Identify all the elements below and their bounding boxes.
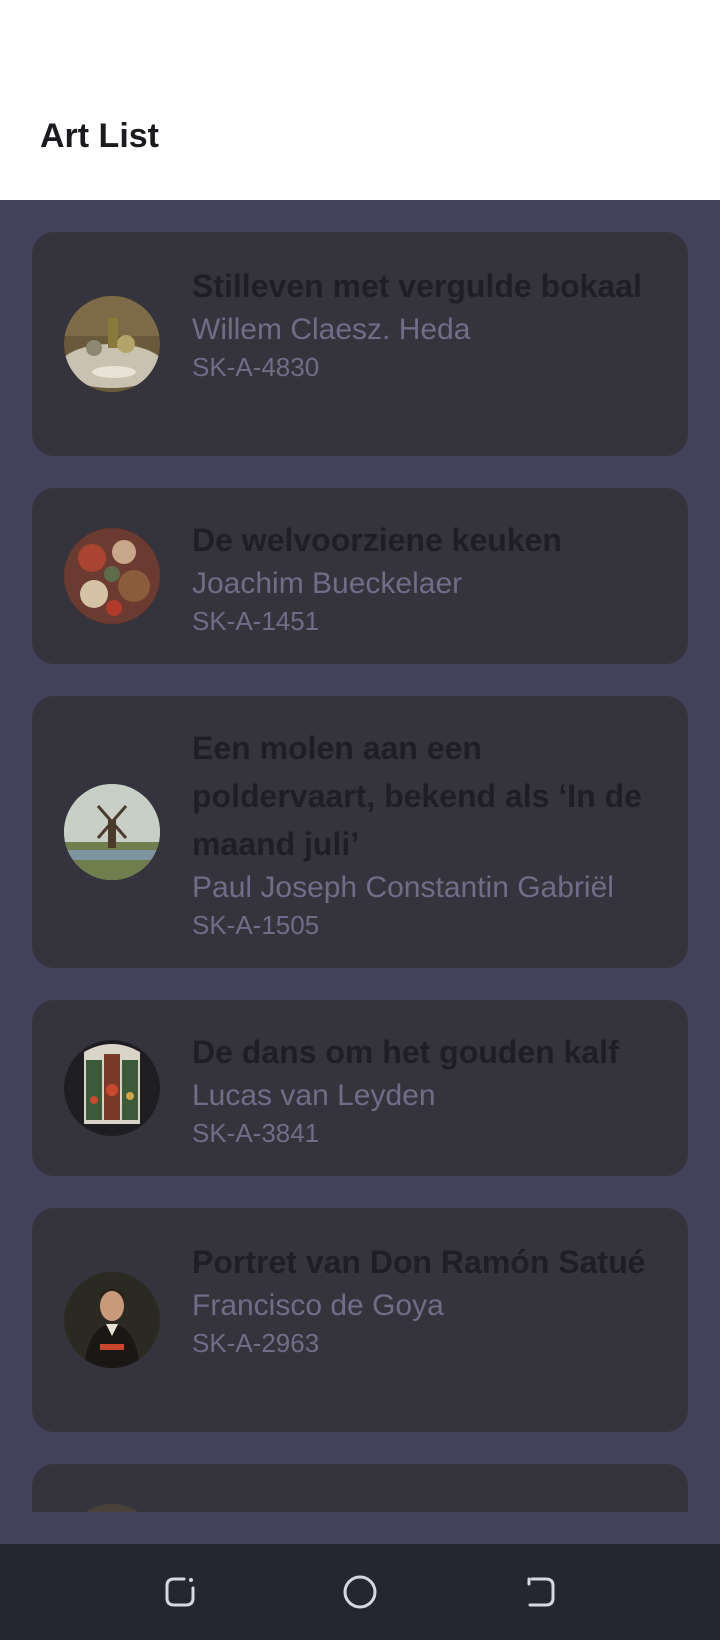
- artwork-id: SK-A-1451: [192, 606, 320, 636]
- artwork-title: Stilleven met vergulde bokaal: [192, 268, 642, 304]
- kitchen-painting-thumbnail-icon: [64, 528, 160, 624]
- back-icon[interactable]: [516, 1568, 564, 1616]
- artwork-artist: Willem Claesz. Heda: [192, 313, 471, 346]
- portrait-painting-thumbnail-icon: [64, 1272, 160, 1368]
- artwork-artist: Francisco de Goya: [192, 1289, 444, 1322]
- artwork-artist: Lucas van Leyden: [192, 1079, 436, 1112]
- artwork-card[interactable]: De welvoorziene keuken Joachim Bueckelae…: [32, 488, 688, 664]
- recent-apps-icon[interactable]: [156, 1568, 204, 1616]
- artwork-title: Een molen aan een poldervaart, bekend al…: [192, 730, 642, 862]
- artwork-title: De dans om het gouden kalf: [192, 1034, 619, 1070]
- artwork-id: SK-A-1505: [192, 910, 320, 940]
- windmill-painting-thumbnail-icon: [64, 784, 160, 880]
- artwork-card[interactable]: Een molen aan een poldervaart, bekend al…: [32, 696, 688, 968]
- artwork-card[interactable]: Stilleven met vergulde bokaal Willem Cla…: [32, 232, 688, 456]
- app-bar: Art List: [0, 0, 720, 200]
- artwork-title: De welvoorziene keuken: [192, 522, 562, 558]
- still-life-painting-thumbnail-icon: [64, 296, 160, 392]
- system-nav-bar: [0, 1544, 720, 1640]
- artwork-card-partial[interactable]: [32, 1464, 688, 1512]
- artwork-artist: Joachim Bueckelaer: [192, 567, 463, 600]
- painting-thumbnail-icon: [64, 1504, 160, 1512]
- artwork-artist: Paul Joseph Constantin Gabriël: [192, 871, 614, 904]
- artwork-card[interactable]: Portret van Don Ramón Satué Francisco de…: [32, 1208, 688, 1432]
- artwork-title: Portret van Don Ramón Satué: [192, 1244, 646, 1280]
- artwork-id: SK-A-4830: [192, 352, 320, 382]
- artwork-list[interactable]: Stilleven met vergulde bokaal Willem Cla…: [0, 200, 720, 1512]
- page-title: Art List: [40, 117, 159, 155]
- home-icon[interactable]: [336, 1568, 384, 1616]
- artwork-id: SK-A-2963: [192, 1328, 320, 1358]
- artwork-id: SK-A-3841: [192, 1118, 320, 1148]
- triptych-painting-thumbnail-icon: [64, 1040, 160, 1136]
- artwork-card[interactable]: De dans om het gouden kalf Lucas van Ley…: [32, 1000, 688, 1176]
